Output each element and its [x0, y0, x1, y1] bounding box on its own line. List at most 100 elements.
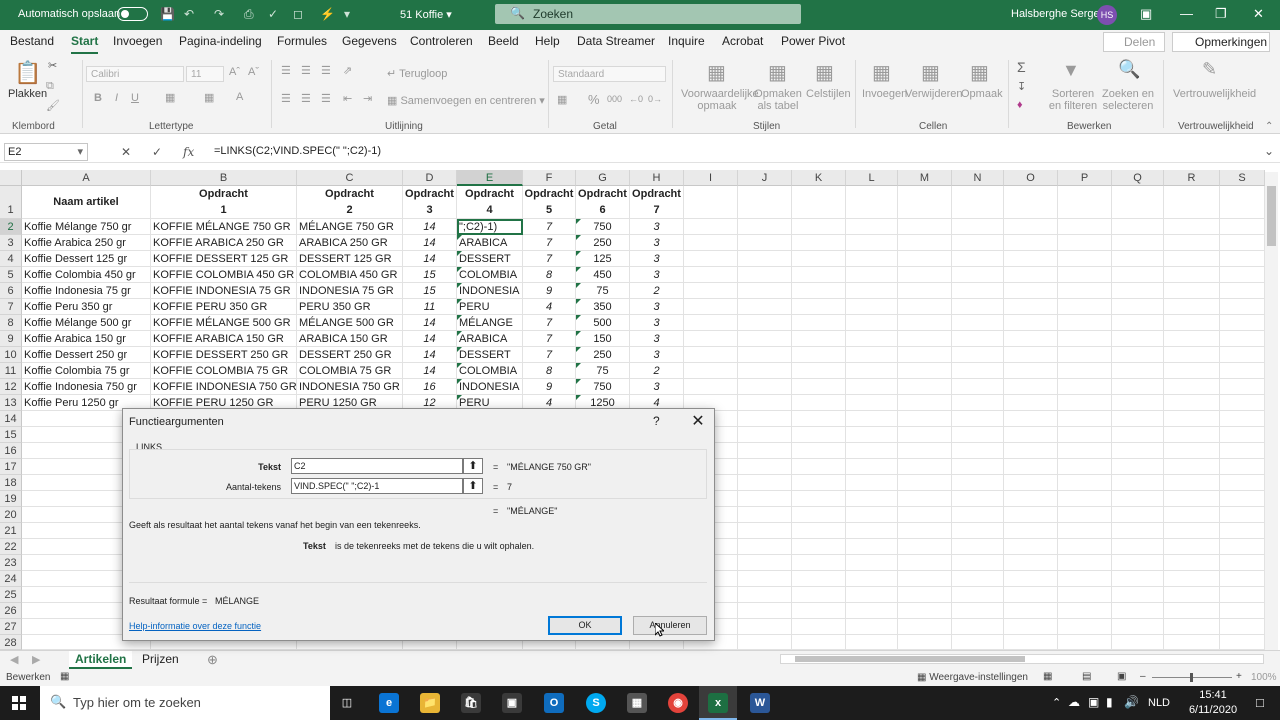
row-header[interactable]: 6: [0, 283, 22, 299]
table-cell[interactable]: 3: [630, 379, 684, 395]
table-cell[interactable]: 9: [523, 283, 576, 299]
header-cell[interactable]: Naam artikel: [22, 186, 151, 219]
column-header[interactable]: P: [1058, 170, 1112, 186]
table-cell[interactable]: 2: [630, 283, 684, 299]
header-cell[interactable]: Opdracht 6: [576, 186, 630, 219]
table-cell[interactable]: 14: [403, 219, 457, 235]
table-cell[interactable]: ARABICA 150 GR: [297, 331, 403, 347]
zoom-in-icon[interactable]: +: [1236, 671, 1242, 682]
table-cell[interactable]: 3: [630, 219, 684, 235]
name-box[interactable]: E2 ▾: [4, 143, 88, 161]
table-cell[interactable]: 8: [523, 267, 576, 283]
autosum-icon[interactable]: Σ: [1017, 59, 1026, 75]
ok-button[interactable]: OK: [548, 616, 622, 635]
row-header[interactable]: 20: [0, 507, 22, 523]
zoom-level[interactable]: 100%: [1251, 672, 1277, 683]
fill-icon[interactable]: ↧: [1017, 80, 1026, 93]
table-cell[interactable]: 4: [523, 299, 576, 315]
table-cell[interactable]: Koffie Indonesia 75 gr: [22, 283, 151, 299]
table-cell[interactable]: KOFFIE MÉLANGE 750 GR: [151, 219, 297, 235]
table-cell[interactable]: INDONESIA: [457, 283, 523, 299]
format-cells-button[interactable]: Opmaak: [961, 88, 1003, 100]
file-explorer-icon[interactable]: 📁: [420, 693, 440, 713]
row-header[interactable]: 9: [0, 331, 22, 347]
task-view-icon[interactable]: ◫: [337, 693, 357, 713]
table-cell[interactable]: 14: [403, 331, 457, 347]
table-cell[interactable]: 500: [576, 315, 630, 331]
increase-decimal-icon[interactable]: ←0: [629, 94, 643, 104]
edge-icon[interactable]: e: [379, 693, 399, 713]
table-cell[interactable]: 150: [576, 331, 630, 347]
delete-cells-icon[interactable]: ▦: [921, 60, 940, 85]
help-link[interactable]: Help-informatie over deze functie: [129, 621, 261, 631]
column-header[interactable]: C: [297, 170, 403, 186]
column-header[interactable]: H: [630, 170, 684, 186]
tab-beeld[interactable]: Beeld: [488, 34, 519, 48]
quick-print-icon[interactable]: ⎙: [244, 7, 254, 22]
tab-pagina-indeling[interactable]: Pagina-indeling: [179, 34, 262, 48]
excel-icon[interactable]: x: [708, 693, 728, 713]
table-cell[interactable]: Koffie Dessert 125 gr: [22, 251, 151, 267]
table-cell[interactable]: KOFFIE ARABICA 250 GR: [151, 235, 297, 251]
header-cell[interactable]: Opdracht 1: [151, 186, 297, 219]
redo-icon[interactable]: ↷: [214, 7, 224, 21]
vertical-scrollbar[interactable]: [1265, 172, 1278, 650]
table-cell[interactable]: 3: [630, 315, 684, 331]
table-cell[interactable]: DESSERT: [457, 347, 523, 363]
row-header[interactable]: 25: [0, 587, 22, 603]
arg-input-aantal-tekens[interactable]: VIND.SPEC(" ";C2)-1: [291, 478, 463, 494]
flash-icon[interactable]: ⚡: [320, 7, 335, 21]
grow-font-icon[interactable]: Aˆ: [229, 66, 240, 78]
table-cell[interactable]: PERU 350 GR: [297, 299, 403, 315]
row-header[interactable]: 22: [0, 539, 22, 555]
format-table-icon[interactable]: ▦: [768, 60, 787, 85]
select-all-corner[interactable]: [0, 170, 22, 186]
language-indicator[interactable]: NLD: [1148, 697, 1170, 709]
table-cell[interactable]: ARABICA: [457, 235, 523, 251]
table-cell[interactable]: MÉLANGE 500 GR: [297, 315, 403, 331]
column-header[interactable]: M: [898, 170, 952, 186]
row-header[interactable]: 1: [0, 186, 22, 219]
table-cell[interactable]: PERU: [457, 299, 523, 315]
table-cell[interactable]: MÉLANGE: [457, 315, 523, 331]
table-cell[interactable]: 8: [523, 363, 576, 379]
column-header[interactable]: R: [1164, 170, 1220, 186]
active-cell[interactable]: ";C2)-1): [457, 219, 523, 235]
comments-button[interactable]: Opmerkingen: [1172, 32, 1270, 52]
row-header[interactable]: 11: [0, 363, 22, 379]
table-cell[interactable]: COLOMBIA 75 GR: [297, 363, 403, 379]
onedrive-icon[interactable]: ☁: [1068, 695, 1080, 709]
insert-cells-button[interactable]: Invoegen: [862, 88, 907, 100]
increase-indent-icon[interactable]: ⇥: [363, 92, 372, 105]
add-sheet-icon[interactable]: ⊕: [207, 652, 218, 668]
table-cell[interactable]: COLOMBIA 450 GR: [297, 267, 403, 283]
row-header[interactable]: 14: [0, 411, 22, 427]
scroll-thumb[interactable]: [1267, 186, 1276, 246]
table-cell[interactable]: ARABICA: [457, 331, 523, 347]
header-cell[interactable]: Opdracht 4: [457, 186, 523, 219]
table-cell[interactable]: 14: [403, 347, 457, 363]
table-cell[interactable]: 250: [576, 235, 630, 251]
table-cell[interactable]: Koffie Indonesia 750 gr: [22, 379, 151, 395]
page-break-icon[interactable]: ▣: [1117, 671, 1126, 682]
conditional-format-icon[interactable]: ▦: [707, 60, 726, 85]
column-header[interactable]: O: [1004, 170, 1058, 186]
column-header[interactable]: E: [457, 170, 523, 186]
close-icon[interactable]: ✕: [1253, 6, 1264, 22]
row-header[interactable]: 10: [0, 347, 22, 363]
format-table-button[interactable]: Opmaken als tabel: [752, 88, 804, 112]
align-right-icon[interactable]: ☰: [321, 92, 331, 105]
tab-acrobat[interactable]: Acrobat: [722, 34, 763, 48]
find-icon[interactable]: 🔍: [1118, 59, 1140, 80]
decrease-indent-icon[interactable]: ⇤: [343, 92, 352, 105]
collapse-dialog-icon[interactable]: ⬆: [463, 458, 483, 474]
paste-icon[interactable]: 📋: [14, 60, 41, 86]
table-cell[interactable]: 250: [576, 347, 630, 363]
notifications-icon[interactable]: □: [1256, 695, 1264, 710]
table-cell[interactable]: 7: [523, 347, 576, 363]
column-header[interactable]: A: [22, 170, 151, 186]
column-header[interactable]: G: [576, 170, 630, 186]
row-header[interactable]: 23: [0, 555, 22, 571]
table-cell[interactable]: INDONESIA 750 GR: [297, 379, 403, 395]
font-size-select[interactable]: 11: [186, 66, 224, 82]
